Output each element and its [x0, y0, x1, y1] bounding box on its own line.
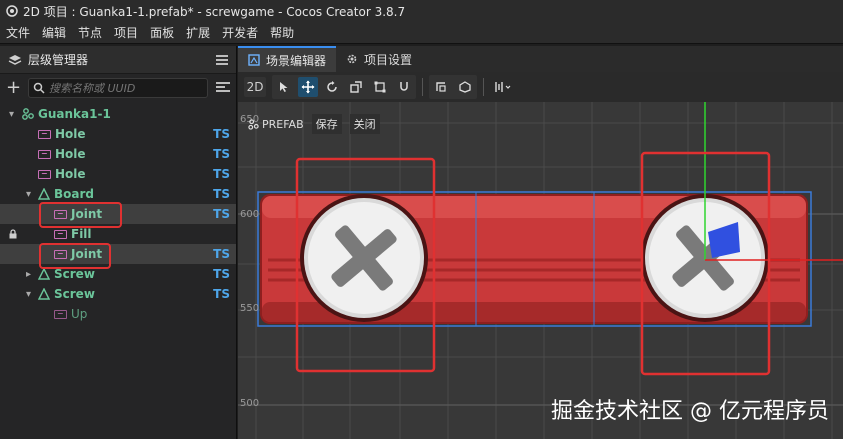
ts-badge: TS [213, 247, 230, 261]
tree-label: Hole [55, 167, 86, 181]
prefab-label: PREFAB [248, 118, 304, 131]
tree-row-joint[interactable]: Joint TS [0, 244, 236, 264]
node-icon [38, 188, 50, 200]
hierarchy-header: 层级管理器 [0, 46, 236, 74]
ts-badge: TS [213, 207, 230, 221]
hierarchy-search [28, 78, 208, 98]
screw-left [300, 194, 428, 322]
toggle-2d-button[interactable]: 2D [244, 77, 266, 97]
tree-row-guanka[interactable]: ▾ Guanka1-1 [0, 104, 236, 124]
pivot-tools [429, 75, 477, 99]
gear-icon [347, 54, 357, 64]
ruler-label: 500 [240, 398, 260, 409]
tree-row-screw[interactable]: ▸ Screw TS [0, 264, 236, 284]
menu-item-extension[interactable]: 扩展 [186, 24, 210, 41]
add-node-button[interactable]: + [6, 79, 21, 97]
scene-viewport[interactable] [238, 102, 843, 439]
title-bar: 2D 项目 : Guanka1-1.prefab* - screwgame - … [0, 0, 843, 22]
node-icon [38, 268, 50, 280]
tree-row-hole[interactable]: Hole TS [0, 124, 236, 144]
menu-item-file[interactable]: 文件 [6, 24, 30, 41]
ts-badge: TS [213, 267, 230, 281]
search-icon [33, 82, 45, 94]
ts-badge: TS [213, 127, 230, 141]
tree-row-up[interactable]: Up [0, 304, 236, 324]
select-tool-icon[interactable] [274, 77, 294, 97]
ts-badge: TS [213, 167, 230, 181]
toolbar-separator [422, 78, 423, 96]
collapse-all-icon[interactable] [216, 82, 230, 94]
hierarchy-title: 层级管理器 [28, 53, 89, 67]
prefab-node-icon [22, 108, 34, 120]
move-tool-icon[interactable] [298, 77, 318, 97]
menu-item-node[interactable]: 节点 [78, 24, 102, 41]
search-input[interactable] [49, 81, 199, 95]
node-icon [38, 288, 50, 300]
cocos-logo-icon [6, 5, 18, 17]
tree-label: Fill [71, 227, 92, 241]
sprite-icon [38, 149, 51, 159]
tree-label: Guanka1-1 [38, 107, 111, 121]
scene-editor-icon [248, 54, 260, 66]
tree-label: Up [71, 307, 88, 321]
tree-row-screw[interactable]: ▾ Screw TS [0, 284, 236, 304]
pivot-global-icon[interactable] [455, 77, 475, 97]
highlight-box [39, 243, 111, 269]
ts-badge: TS [213, 187, 230, 201]
rotate-tool-icon[interactable] [322, 77, 342, 97]
sprite-icon [54, 229, 67, 239]
tree-row-hole[interactable]: Hole TS [0, 144, 236, 164]
hierarchy-panel: 层级管理器 + ▾ Guanka1-1 Hole TS Hole TS [0, 46, 237, 439]
layers-icon [8, 54, 22, 65]
menu-item-edit[interactable]: 编辑 [42, 24, 66, 41]
snap-tool-icon[interactable] [394, 77, 414, 97]
scene-canvas [238, 102, 843, 439]
lock-icon[interactable] [8, 229, 18, 239]
editor-tabs: 场景编辑器 项目设置 [238, 46, 843, 72]
expand-arrow-icon[interactable]: ▾ [26, 189, 36, 200]
tree-row-hole[interactable]: Hole TS [0, 164, 236, 184]
prefab-save-button[interactable]: 保存 [311, 114, 342, 134]
tab-label: 项目设置 [364, 52, 413, 67]
align-menu-icon[interactable] [490, 77, 516, 97]
scale-tool-icon[interactable] [346, 77, 366, 97]
prefab-edit-bar: PREFAB 保存 关闭 [248, 114, 380, 134]
hierarchy-toolbar: + [0, 74, 236, 102]
tree-row-board[interactable]: ▾ Board TS [0, 184, 236, 204]
window-title: 2D 项目 : Guanka1-1.prefab* - screwgame - … [23, 4, 406, 19]
ts-badge: TS [213, 147, 230, 161]
tab-scene-editor[interactable]: 场景编辑器 [238, 46, 337, 72]
prefab-close-button[interactable]: 关闭 [349, 114, 380, 134]
tree-label: Screw [54, 267, 95, 281]
menu-item-panel[interactable]: 面板 [150, 24, 174, 41]
toolbar-separator [483, 78, 484, 96]
transform-tools [272, 75, 416, 99]
tree-label: Hole [55, 127, 86, 141]
watermark: 掘金技术社区 @ 亿元程序员 [551, 399, 829, 424]
menu-bar: 文件 编辑 节点 项目 面板 扩展 开发者 帮助 [0, 22, 843, 44]
expand-arrow-icon[interactable]: ▾ [9, 109, 19, 120]
expand-arrow-icon[interactable]: ▸ [26, 269, 36, 280]
ruler-label: 550 [240, 303, 260, 314]
expand-arrow-icon[interactable]: ▾ [26, 289, 36, 300]
scene-toolbar: 2D [238, 72, 843, 102]
sprite-icon [38, 129, 51, 139]
menu-item-developer[interactable]: 开发者 [222, 24, 258, 41]
tab-label: 场景编辑器 [266, 53, 327, 68]
rect-tool-icon[interactable] [370, 77, 390, 97]
sprite-icon [54, 309, 67, 319]
tree-label: Hole [55, 147, 86, 161]
sprite-icon [38, 169, 51, 179]
pivot-local-icon[interactable] [431, 77, 451, 97]
tree-label: Screw [54, 287, 95, 301]
highlight-box [39, 202, 122, 228]
prefab-icon [248, 118, 259, 130]
ruler-label: 600 [240, 209, 260, 220]
tab-project-settings[interactable]: 项目设置 [336, 46, 422, 72]
tree-label: Board [54, 187, 94, 201]
menu-item-project[interactable]: 项目 [114, 24, 138, 41]
menu-item-help[interactable]: 帮助 [270, 24, 294, 41]
panel-menu-icon[interactable] [216, 54, 228, 65]
ts-badge: TS [213, 287, 230, 301]
